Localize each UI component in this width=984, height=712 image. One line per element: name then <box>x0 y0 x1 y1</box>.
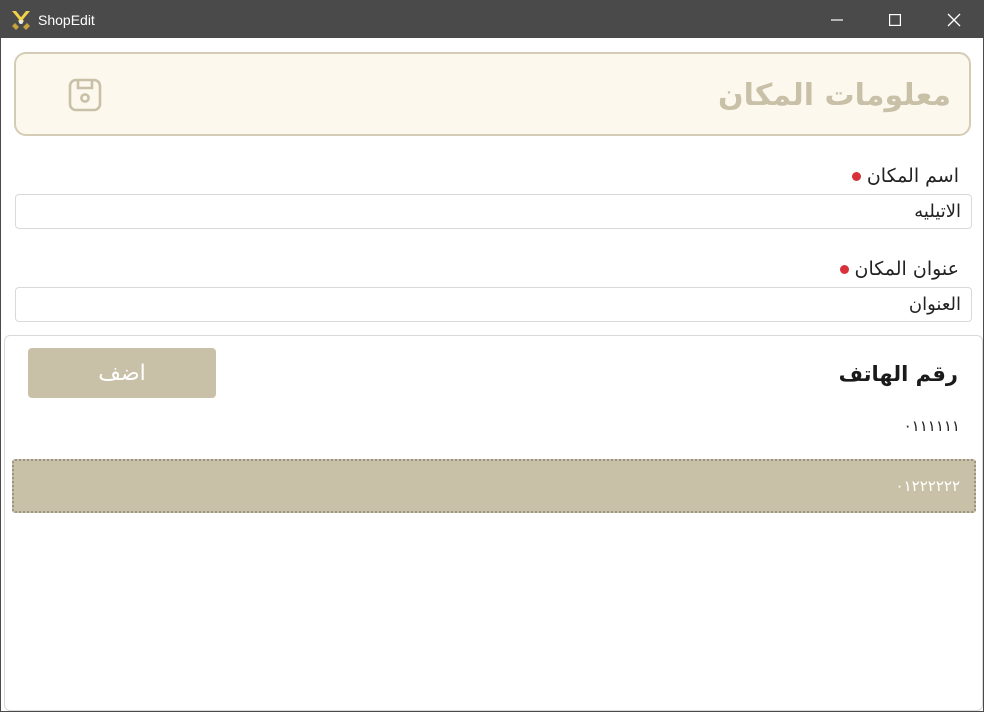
place-name-label-text: اسم المكان <box>866 165 959 187</box>
app-window: ShopEdit معلومات المكان اسم المكان الاتي… <box>0 0 984 712</box>
window-title: ShopEdit <box>38 12 95 28</box>
place-address-label: عنوان المكان <box>839 256 959 282</box>
phone-section: رقم الهاتف اضف ٠١١١١١١ ٠١٢٢٢٢٢٢ <box>4 335 983 711</box>
maximize-icon <box>889 13 901 26</box>
save-icon[interactable] <box>68 78 102 112</box>
close-button[interactable] <box>925 1 983 38</box>
page-title: معلومات المكان <box>718 78 951 113</box>
close-icon <box>947 13 961 27</box>
place-name-input[interactable]: الاتيليه <box>15 194 972 229</box>
header-card: معلومات المكان <box>14 52 971 136</box>
phone-list-item[interactable]: ٠١١١١١١ <box>904 416 960 436</box>
place-name-label: اسم المكان <box>851 163 959 189</box>
phone-section-title: رقم الهاتف <box>838 362 958 386</box>
phone-list-item-selected[interactable]: ٠١٢٢٢٢٢٢ <box>12 459 976 513</box>
place-address-input[interactable]: العنوان <box>15 287 972 322</box>
required-indicator <box>851 171 861 181</box>
add-phone-button[interactable]: اضف <box>28 348 216 398</box>
required-indicator <box>839 264 849 274</box>
minimize-button[interactable] <box>808 1 866 38</box>
title-bar[interactable]: ShopEdit <box>1 1 983 38</box>
maximize-button[interactable] <box>866 1 924 38</box>
place-address-label-text: عنوان المكان <box>854 258 959 280</box>
minimize-icon <box>831 14 843 26</box>
crossed-swords-icon <box>10 9 32 31</box>
